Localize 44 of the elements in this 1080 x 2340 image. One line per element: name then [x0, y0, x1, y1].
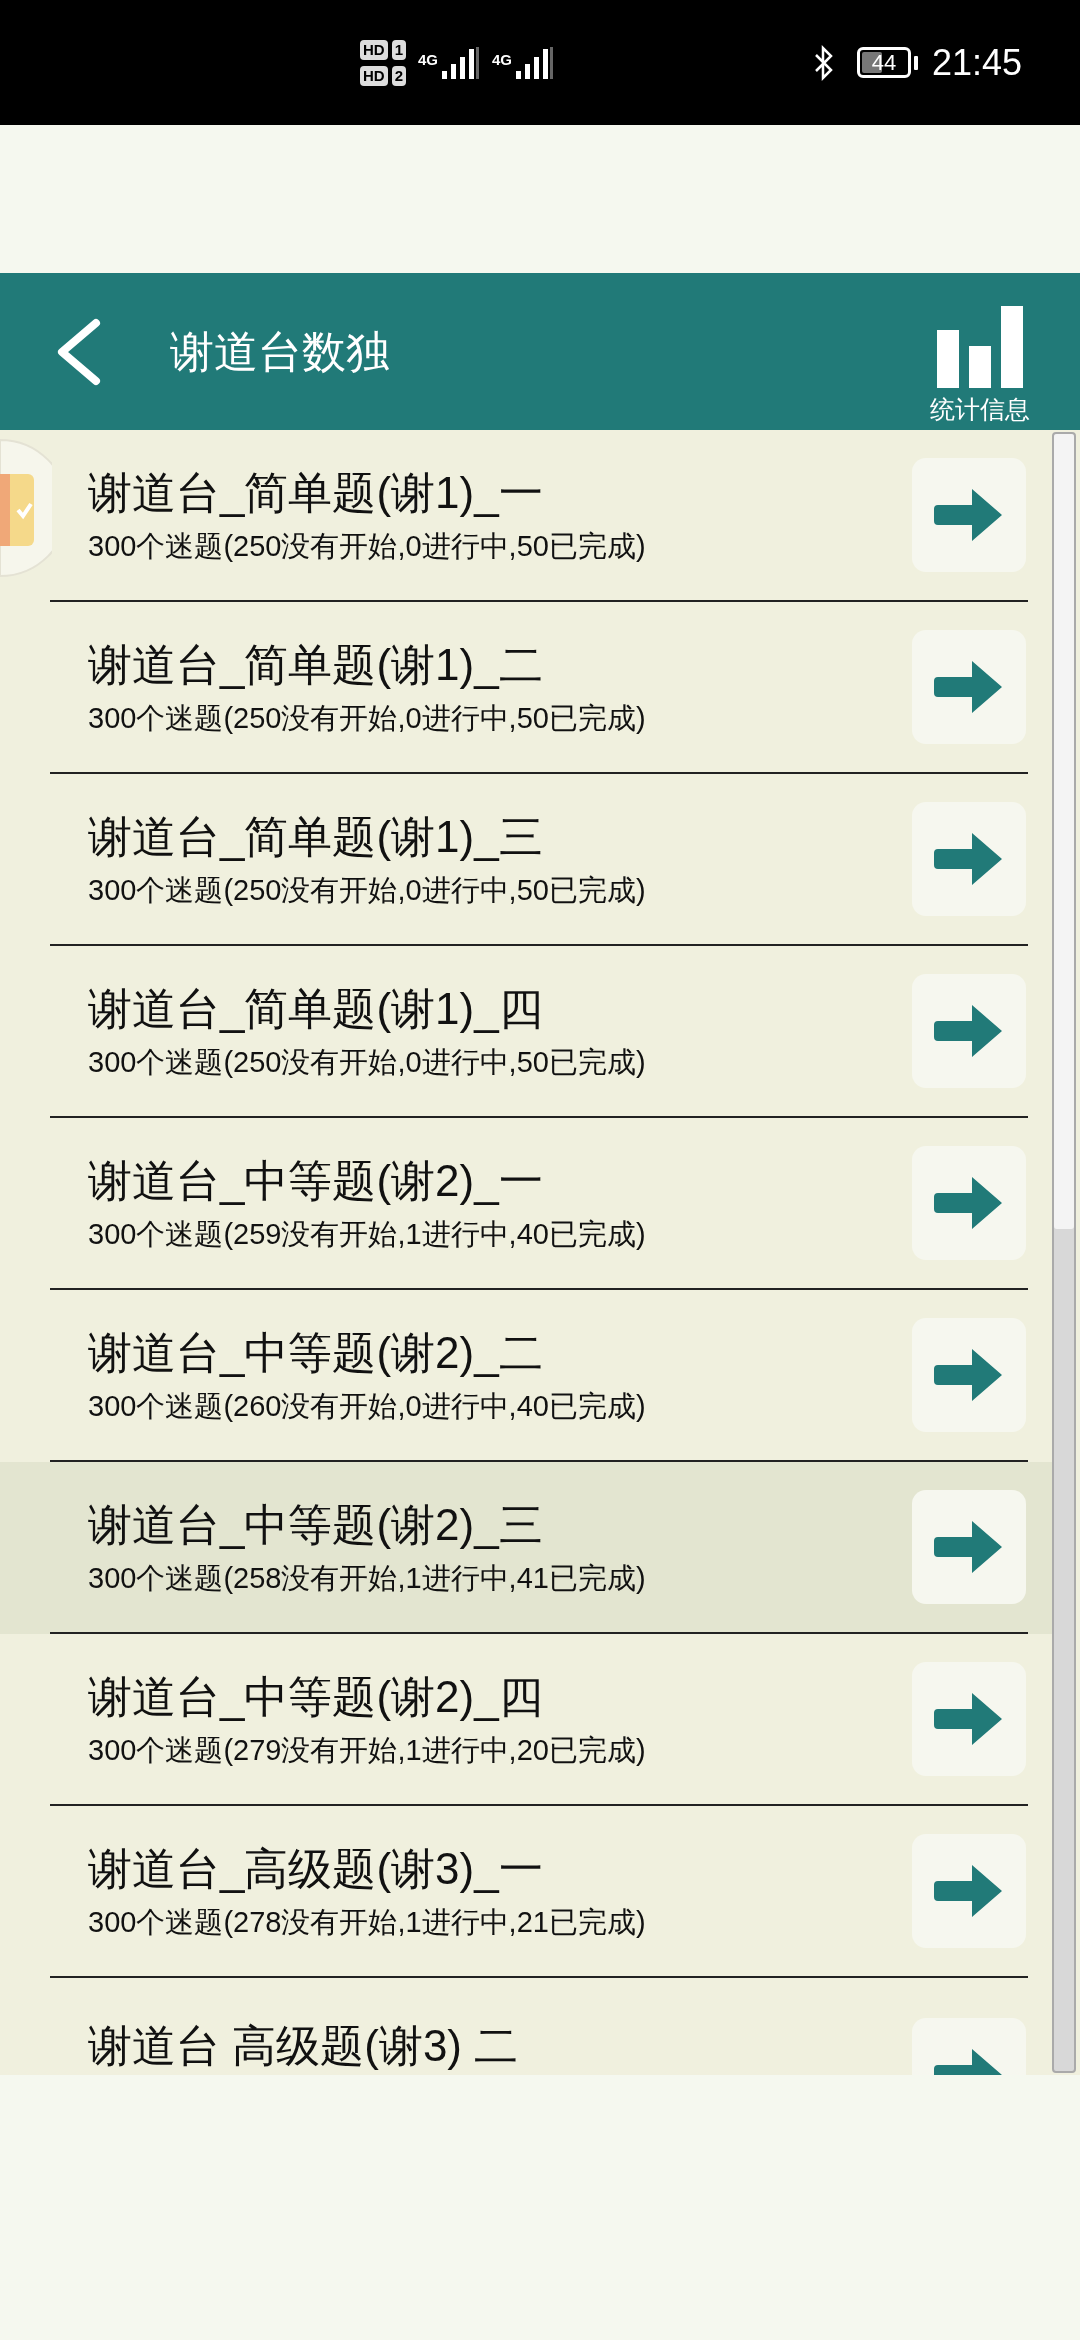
set-title: 谢道台_中等题(谢2)_一 [88, 1155, 544, 1207]
open-button[interactable] [912, 1146, 1026, 1260]
puzzle-set-row[interactable]: 谢道台_中等题(谢2)_三 300个迷题(258没有开始,1进行中,41已完成) [0, 1462, 1052, 1634]
open-button[interactable] [912, 1834, 1026, 1948]
set-summary: 300个迷题(278没有开始,1进行中,21已完成) [88, 1905, 647, 1940]
scrollbar[interactable] [1052, 432, 1076, 2073]
set-summary: 300个迷题(259没有开始,1进行中,40已完成) [88, 1217, 647, 1252]
signal-icon [440, 44, 481, 81]
open-button[interactable] [912, 630, 1026, 744]
open-button[interactable] [912, 1662, 1026, 1776]
open-button[interactable] [912, 1318, 1026, 1432]
set-title: 谢道台_简单题(谢1)_二 [88, 639, 544, 691]
set-summary: 300个迷题(250没有开始,0进行中,50已完成) [88, 1045, 647, 1080]
set-title: 谢道台 高级题(谢3) 二 [88, 2020, 520, 2072]
clock: 21:45 [931, 40, 1022, 85]
bar-chart-icon [935, 305, 1025, 388]
set-summary: 300个迷题(250没有开始,0进行中,50已完成) [88, 701, 647, 736]
set-title: 谢道台_中等题(谢2)_四 [88, 1671, 544, 1723]
network-type: 4G [492, 49, 513, 70]
signal-icon [514, 44, 555, 81]
set-title: 谢道台_简单题(谢1)_一 [88, 467, 544, 519]
bluetooth-icon [812, 44, 835, 81]
open-button[interactable] [912, 802, 1026, 916]
set-summary: 300个迷题(258没有开始,1进行中,41已完成) [88, 1561, 647, 1596]
open-button[interactable] [912, 974, 1026, 1088]
hd-badge: HD [360, 39, 388, 60]
set-summary: 300个迷题(250没有开始,0进行中,50已完成) [88, 529, 647, 564]
set-title: 谢道台_中等题(谢2)_三 [88, 1499, 544, 1551]
network-type: 4G [418, 49, 439, 70]
set-title: 谢道台_简单题(谢1)_三 [88, 811, 544, 863]
header-title: 谢道台数独 [170, 325, 390, 378]
hd-badge: HD [360, 65, 388, 86]
set-title: 谢道台_中等题(谢2)_二 [88, 1327, 544, 1379]
battery-level: 44 [871, 51, 897, 74]
set-summary: 300个迷题(250没有开始,0进行中,50已完成) [88, 873, 647, 908]
open-button[interactable] [912, 1490, 1026, 1604]
sim-slot-badge: 1 [391, 39, 406, 60]
statistics-button[interactable]: 统计信息 [930, 305, 1030, 426]
set-title: 谢道台_高级题(谢3)_一 [88, 1843, 544, 1895]
set-title: 谢道台_简单题(谢1)_四 [88, 983, 544, 1035]
open-button[interactable] [912, 458, 1026, 572]
set-summary: 300个迷题(260没有开始,0进行中,40已完成) [88, 1389, 647, 1424]
set-summary: 300个迷题(279没有开始,1进行中,20已完成) [88, 1733, 647, 1768]
sim-slot-badge: 2 [391, 65, 406, 86]
